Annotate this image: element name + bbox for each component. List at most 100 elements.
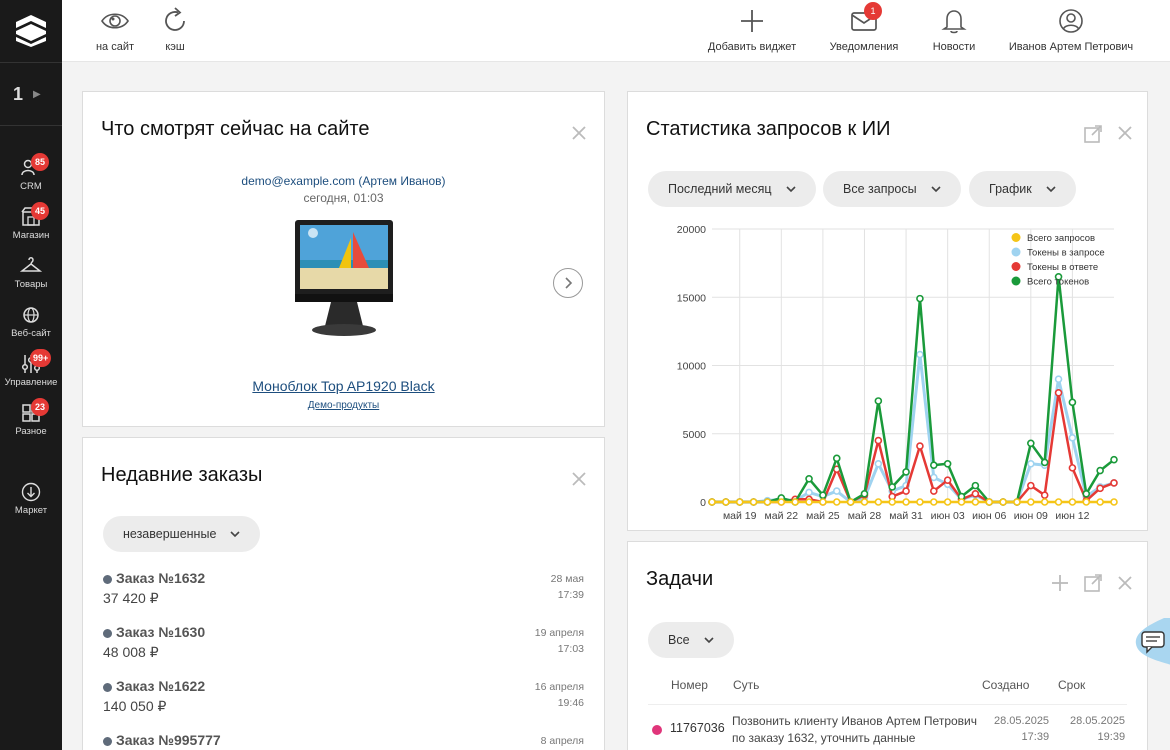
data-point	[1110, 498, 1118, 506]
col-header-created[interactable]: Создано	[982, 678, 1029, 692]
tasks-filter-dropdown[interactable]: Все	[648, 622, 734, 658]
data-point	[1082, 498, 1091, 506]
data-point	[1082, 490, 1091, 498]
data-point	[902, 498, 910, 506]
col-header-num[interactable]: Номер	[671, 678, 708, 692]
data-point	[957, 498, 966, 506]
product-image[interactable]	[293, 218, 395, 342]
task-row[interactable]: 11767036 Позвонить клиенту Иванов Артем …	[648, 704, 1127, 750]
data-point	[1054, 388, 1063, 397]
data-point	[1068, 464, 1077, 472]
user-name: Иванов Артем Петрович	[1008, 41, 1134, 53]
status-dot	[103, 736, 112, 746]
data-point	[888, 498, 897, 506]
data-point	[929, 473, 938, 482]
site-selector[interactable]: 1 ▶	[0, 62, 62, 126]
col-header-subject[interactable]: Суть	[733, 678, 759, 692]
data-point	[832, 487, 841, 495]
data-point	[943, 476, 952, 484]
data-point	[1068, 434, 1077, 442]
close-icon[interactable]	[571, 471, 587, 487]
data-point	[916, 498, 924, 506]
data-point	[1110, 479, 1118, 487]
add-widget-label: Добавить виджет	[707, 41, 797, 53]
expand-icon[interactable]	[1083, 573, 1103, 593]
misc-badge: 23	[31, 398, 49, 416]
product-category-link[interactable]: Демо-продукты	[83, 400, 604, 411]
legend-label: Всего запросов	[1027, 233, 1095, 244]
recent-orders-widget: Недавние заказы незавершенные Заказ №163…	[82, 437, 605, 750]
col-header-due[interactable]: Срок	[1058, 678, 1085, 692]
now-viewing-widget: Что смотрят сейчас на сайте demo@example…	[82, 91, 605, 427]
y-tick-label: 0	[700, 497, 706, 509]
data-point	[805, 488, 813, 497]
order-date: 28 мая	[550, 573, 584, 585]
data-point	[916, 442, 924, 450]
sidebar-item-label: Разное	[15, 426, 47, 437]
x-tick-label: июн 06	[972, 510, 1006, 522]
data-point	[819, 491, 827, 499]
user-menu[interactable]: Иванов Артем Петрович	[1008, 6, 1134, 53]
x-tick-label: июн 12	[1055, 510, 1089, 522]
order-item[interactable]: Заказ №1622 140 050 ₽ 16 апреля 19:46	[103, 678, 584, 732]
order-name: Заказ №1632	[103, 570, 205, 586]
status-dot	[103, 628, 112, 638]
cache-button[interactable]: кэш	[158, 6, 192, 53]
status-dot	[103, 574, 112, 584]
data-point	[902, 487, 910, 495]
close-icon[interactable]	[571, 125, 587, 141]
sidebar-item-shop[interactable]: Магазин 45	[0, 202, 62, 254]
data-point	[846, 498, 855, 506]
chevron-right-icon	[565, 277, 573, 289]
x-tick-label: июн 09	[1014, 510, 1048, 522]
data-point	[1027, 439, 1035, 448]
sidebar-item-goods[interactable]: Товары	[0, 255, 62, 303]
task-created: 28.05.2025 17:39	[994, 715, 1050, 743]
data-point	[832, 454, 841, 463]
plus-icon[interactable]	[1051, 574, 1069, 592]
view-site-button[interactable]: на сайт	[94, 6, 136, 53]
task-subject: Позвонить клиенту Иванов Артем Петрович …	[732, 714, 978, 745]
y-tick-label: 20000	[677, 224, 706, 236]
notifications-button[interactable]: 1 Уведомления	[828, 2, 900, 53]
data-point	[874, 436, 883, 445]
sidebar-item-misc[interactable]: Разное 23	[0, 398, 62, 450]
data-point	[1040, 498, 1049, 506]
chat-widget-button[interactable]	[1134, 618, 1170, 666]
order-sum: 37 420 ₽	[103, 590, 159, 606]
data-point	[999, 498, 1007, 506]
order-time: 19:46	[557, 697, 584, 709]
data-point	[929, 461, 938, 469]
data-point	[916, 350, 924, 359]
order-name: Заказ №1630	[103, 624, 205, 640]
viewer-email[interactable]: demo@example.com (Артем Иванов)	[83, 174, 604, 188]
sidebar-item-website[interactable]: Веб-сайт	[0, 304, 62, 352]
order-date: 16 апреля	[534, 681, 584, 693]
product-link[interactable]: Моноблок Top AP1920 Black	[83, 378, 604, 394]
sidebar-item-label: Веб-сайт	[11, 328, 51, 339]
data-point	[1096, 498, 1104, 506]
order-item[interactable]: Заказ №1632 37 420 ₽ 28 мая 17:39	[103, 570, 584, 624]
orders-filter-dropdown[interactable]: незавершенные	[103, 516, 261, 552]
sidebar-item-crm[interactable]: CRM 85	[0, 153, 62, 205]
sidebar-item-market[interactable]: Маркет	[0, 481, 62, 529]
data-point	[1096, 466, 1104, 475]
data-point	[985, 498, 994, 506]
data-point	[819, 498, 827, 506]
news-button[interactable]: Новости	[930, 6, 978, 53]
logo[interactable]	[0, 0, 62, 62]
add-widget-button[interactable]: Добавить виджет	[706, 6, 798, 53]
close-icon[interactable]	[1117, 575, 1133, 591]
data-point	[971, 498, 980, 506]
order-item[interactable]: Заказ №1630 48 008 ₽ 19 апреля 17:03	[103, 624, 584, 678]
next-product-button[interactable]	[553, 268, 583, 298]
data-point	[1068, 398, 1077, 407]
priority-dot	[652, 725, 662, 735]
sidebar-item-management[interactable]: Управление 99+	[0, 349, 62, 401]
order-time: 17:39	[557, 589, 584, 601]
view-site-label: на сайт	[95, 41, 135, 53]
data-point	[916, 294, 924, 303]
data-point	[874, 397, 883, 405]
order-date: 8 апреля	[540, 735, 584, 747]
order-item[interactable]: Заказ №995777 8 апреля	[103, 732, 584, 750]
